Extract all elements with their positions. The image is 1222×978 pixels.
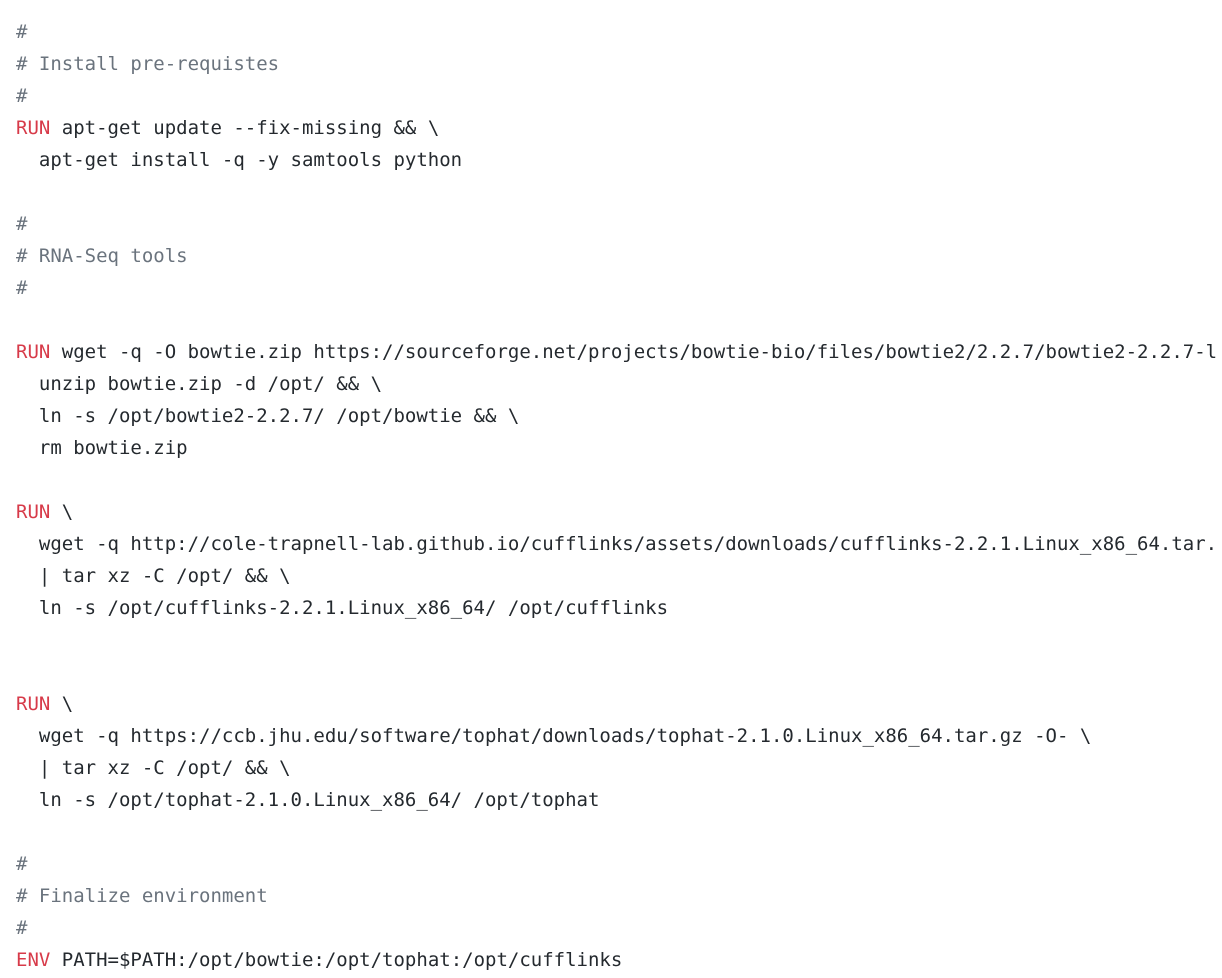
code-text: ln -s /opt/bowtie2-2.2.7/ /opt/bowtie &&…	[16, 405, 520, 427]
code-line-16: RUN \	[0, 496, 1222, 528]
code-line-19: ln -s /opt/cufflinks-2.2.1.Linux_x86_64/…	[0, 592, 1222, 624]
code-text: apt-get update --fix-missing && \	[50, 117, 440, 139]
code-keyword: RUN	[16, 693, 51, 715]
code-line-22: RUN \	[0, 688, 1222, 720]
code-comment: # Finalize environment	[16, 885, 268, 907]
code-text: wget -q -O bowtie.zip https://sourceforg…	[50, 341, 1218, 363]
code-text: ln -s /opt/cufflinks-2.2.1.Linux_x86_64/…	[16, 597, 669, 619]
code-line-17: wget -q http://cole-trapnell-lab.github.…	[0, 528, 1222, 560]
code-line-2: # Install pre-requistes	[0, 48, 1222, 80]
code-comment: #	[16, 21, 28, 43]
code-line-12: unzip bowtie.zip -d /opt/ && \	[0, 368, 1222, 400]
code-line-1: #	[0, 16, 1222, 48]
code-line-29: #	[0, 912, 1222, 944]
code-line-24: | tar xz -C /opt/ && \	[0, 752, 1222, 784]
code-view: # # Install pre-requistes # RUN apt-get …	[0, 16, 1222, 978]
code-line-11: RUN wget -q -O bowtie.zip https://source…	[0, 336, 1222, 368]
code-line-9: #	[0, 272, 1222, 304]
code-text: apt-get install -q -y samtools python	[16, 149, 463, 171]
code-line-13: ln -s /opt/bowtie2-2.2.7/ /opt/bowtie &&…	[0, 400, 1222, 432]
code-keyword: RUN	[16, 501, 51, 523]
code-keyword: RUN	[16, 117, 51, 139]
code-line-3: #	[0, 80, 1222, 112]
code-text: wget -q http://cole-trapnell-lab.github.…	[16, 533, 1218, 555]
code-line-30: ENV PATH=$PATH:/opt/bowtie:/opt/tophat:/…	[0, 944, 1222, 976]
code-text: | tar xz -C /opt/ && \	[16, 757, 291, 779]
code-comment: #	[16, 85, 28, 107]
code-comment: #	[16, 213, 28, 235]
code-line-8: # RNA-Seq tools	[0, 240, 1222, 272]
code-text: rm bowtie.zip	[16, 437, 188, 459]
code-comment: # Install pre-requistes	[16, 53, 280, 75]
code-line-27: #	[0, 848, 1222, 880]
code-line-7: #	[0, 208, 1222, 240]
code-text: PATH=$PATH:/opt/bowtie:/opt/tophat:/opt/…	[50, 949, 623, 971]
code-line-14: rm bowtie.zip	[0, 432, 1222, 464]
code-line-18: | tar xz -C /opt/ && \	[0, 560, 1222, 592]
code-text: \	[50, 501, 74, 523]
code-line-4: RUN apt-get update --fix-missing && \	[0, 112, 1222, 144]
code-text: | tar xz -C /opt/ && \	[16, 565, 291, 587]
code-comment: #	[16, 853, 28, 875]
code-comment: # RNA-Seq tools	[16, 245, 188, 267]
code-comment: #	[16, 277, 28, 299]
code-line-23: wget -q https://ccb.jhu.edu/software/top…	[0, 720, 1222, 752]
code-keyword: ENV	[16, 949, 51, 971]
code-comment: #	[16, 917, 28, 939]
code-text: \	[50, 693, 74, 715]
code-line-25: ln -s /opt/tophat-2.1.0.Linux_x86_64/ /o…	[0, 784, 1222, 816]
code-text: ln -s /opt/tophat-2.1.0.Linux_x86_64/ /o…	[16, 789, 600, 811]
code-line-28: # Finalize environment	[0, 880, 1222, 912]
code-text: unzip bowtie.zip -d /opt/ && \	[16, 373, 383, 395]
code-line-5: apt-get install -q -y samtools python	[0, 144, 1222, 176]
code-text: wget -q https://ccb.jhu.edu/software/top…	[16, 725, 1092, 747]
code-keyword: RUN	[16, 341, 51, 363]
